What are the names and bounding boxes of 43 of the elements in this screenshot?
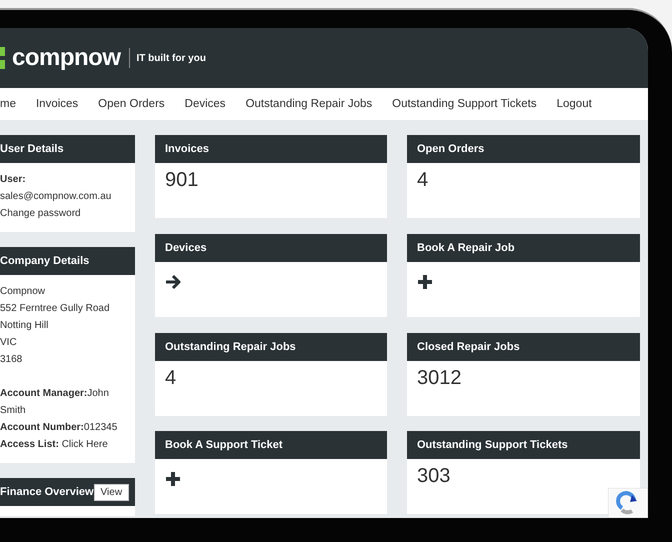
detail-text: Access List: Click Here	[0, 438, 109, 452]
detail-text: 552 Ferntree Gully Road	[0, 302, 111, 316]
detail-text: Compnow	[0, 285, 46, 299]
detail-text: User:	[0, 173, 27, 187]
card-title: Outstanding Repair Jobs	[155, 332, 387, 360]
card-title: Book A Repair Job	[407, 234, 640, 262]
detail-text: Smith	[0, 404, 27, 418]
plus-icon[interactable]	[165, 471, 181, 488]
logo-text: compnow	[12, 44, 120, 72]
count-value: 303	[417, 465, 450, 488]
nav-link[interactable]: Outstanding Repair Jobs	[246, 98, 372, 110]
detail-text: sales@compnow.com.au	[0, 190, 112, 204]
panel-title: User Details	[0, 143, 64, 155]
card-title: Devices	[155, 234, 387, 262]
detail-text: Change password	[0, 207, 82, 221]
count-value: 901	[165, 169, 198, 191]
detail-text: 3168	[0, 353, 24, 367]
logo-icon	[0, 47, 5, 69]
detail-text: VIC	[0, 336, 18, 350]
view-button[interactable]: View	[94, 484, 130, 500]
card-title: Outstanding Support Tickets	[407, 431, 640, 460]
detail-text: Notting Hill	[0, 319, 50, 333]
nav-link[interactable]: Outstanding Support Tickets	[392, 98, 537, 110]
detail-text: Account Number:012345	[0, 421, 118, 435]
nav-link[interactable]: Open Orders	[98, 98, 165, 110]
nav-link[interactable]: Devices	[184, 98, 226, 110]
plus-icon[interactable]	[417, 274, 433, 290]
nav-link[interactable]: Logout	[556, 98, 592, 110]
recaptcha-icon[interactable]	[608, 488, 648, 518]
count-value: 3012	[417, 366, 462, 388]
nav-link[interactable]: Invoices	[36, 98, 78, 110]
card-title: Book A Support Ticket	[155, 431, 387, 460]
count-value: 4	[165, 366, 176, 388]
card-title: Closed Repair Jobs	[407, 332, 640, 360]
card-title: Open Orders	[407, 135, 640, 163]
card-title: Invoices	[155, 135, 387, 163]
panel-title: Finance Overview	[0, 486, 94, 498]
arrow-icon[interactable]	[165, 274, 181, 290]
tagline: IT built for you	[136, 52, 206, 64]
detail-text: Account Manager:John	[0, 387, 110, 401]
panel-title: Company Details	[0, 255, 90, 267]
nav-link[interactable]: me	[0, 98, 16, 110]
count-value: 4	[417, 169, 428, 191]
